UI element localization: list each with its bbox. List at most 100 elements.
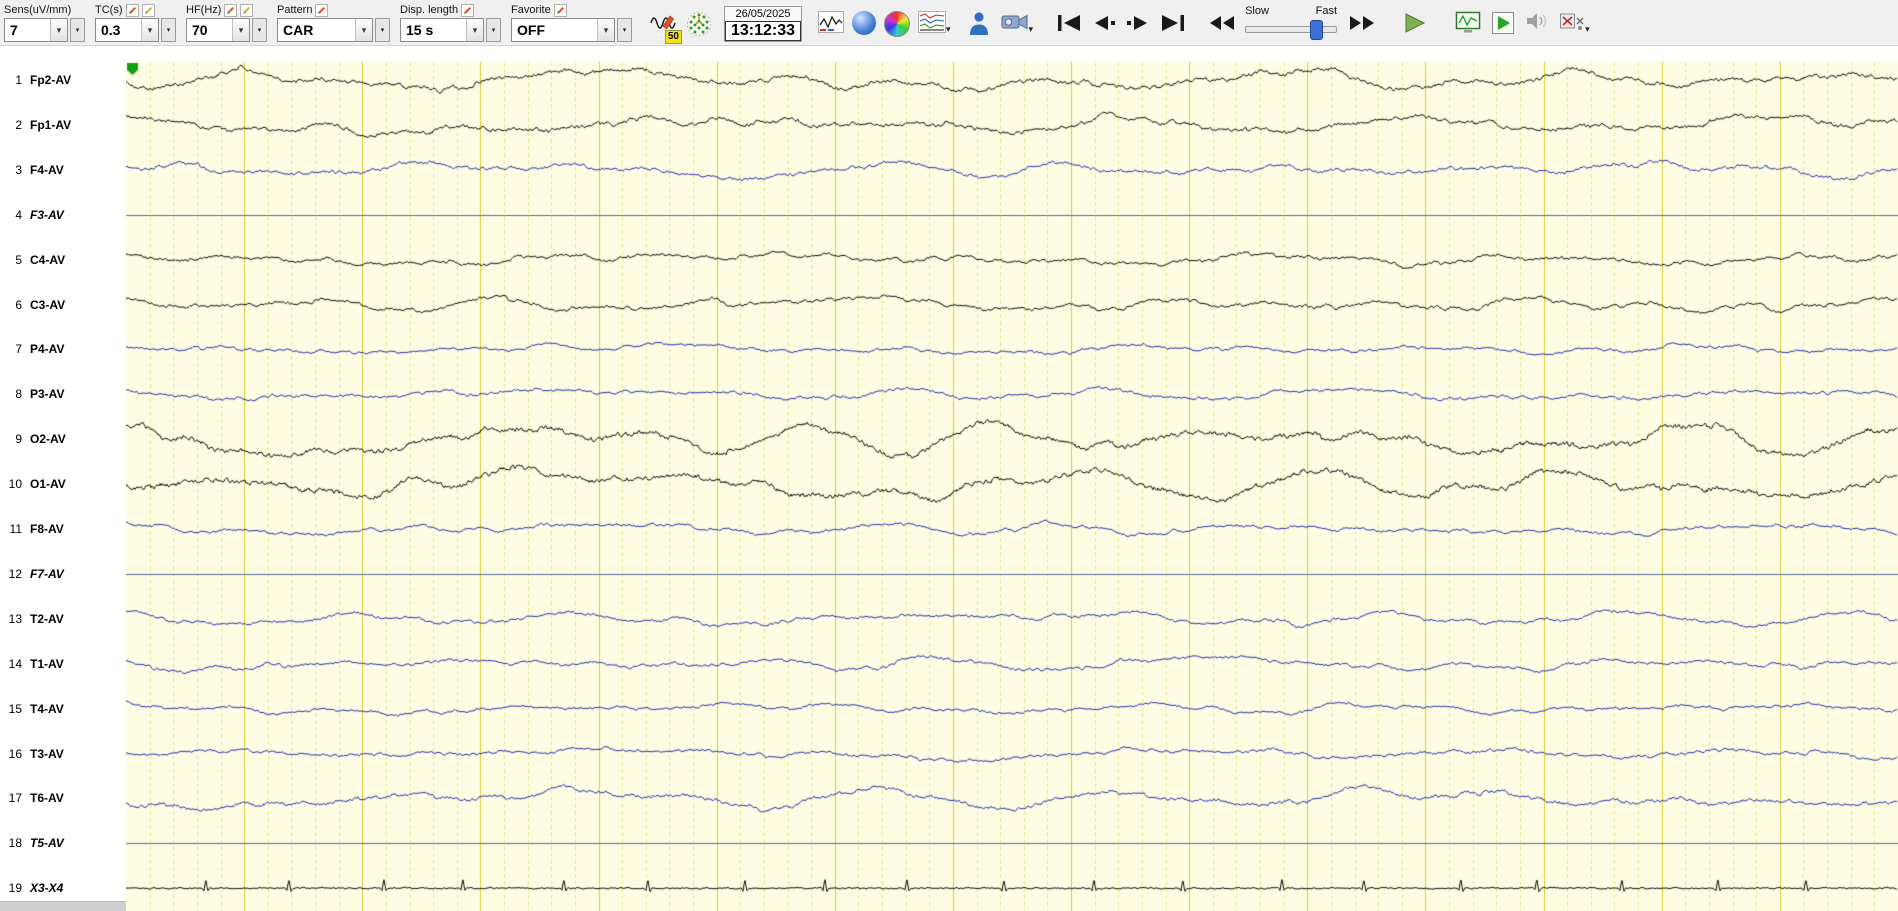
- waveform-monitor-button[interactable]: [1455, 11, 1481, 35]
- patient-info-button[interactable]: [969, 11, 989, 36]
- trend-graph-button[interactable]: [818, 11, 844, 33]
- skip-to-end-button[interactable]: [1159, 14, 1187, 32]
- eeg-waveform-canvas[interactable]: [126, 46, 1898, 911]
- chevron-down-icon[interactable]: ▾: [355, 19, 372, 41]
- channel-row: 1 Fp2-AV: [0, 72, 71, 88]
- channel-number: 19: [8, 881, 22, 896]
- step-forward-button[interactable]: [1125, 14, 1151, 32]
- channel-label[interactable]: C3-AV: [30, 297, 65, 313]
- time-constant-group: TC(s) 0.3 ▾ ▾: [95, 2, 176, 42]
- channel-label[interactable]: P3-AV: [30, 386, 64, 402]
- channel-label[interactable]: F4-AV: [30, 162, 64, 178]
- time-constant-step-button[interactable]: ▾: [161, 18, 176, 42]
- channel-label[interactable]: T2-AV: [30, 611, 64, 627]
- channel-label[interactable]: O1-AV: [30, 476, 66, 492]
- channel-label[interactable]: C4-AV: [30, 252, 65, 268]
- fast-rewind-icon: [1210, 16, 1235, 30]
- chevron-down-icon[interactable]: ▾: [466, 19, 483, 41]
- caret-down-icon[interactable]: ▾: [1585, 24, 1590, 35]
- chevron-down-icon[interactable]: ▾: [141, 19, 158, 41]
- channel-number: 12: [8, 566, 22, 581]
- pattern-combobox[interactable]: CAR ▾: [277, 18, 373, 42]
- speed-slider-track[interactable]: [1245, 20, 1338, 40]
- high-filter-combobox[interactable]: 70 ▾: [186, 18, 250, 42]
- pattern-group: Pattern CAR ▾ ▾: [277, 2, 390, 42]
- display-length-label: Disp. length: [400, 4, 459, 16]
- video-camera-button[interactable]: [1001, 11, 1029, 33]
- channel-label[interactable]: Fp1-AV: [30, 117, 71, 133]
- step-back-button[interactable]: [1091, 14, 1117, 32]
- channel-label[interactable]: T1-AV: [30, 656, 64, 672]
- sensitivity-step-button[interactable]: ▾: [70, 18, 85, 42]
- favorite-combobox[interactable]: OFF ▾: [511, 18, 615, 42]
- channel-row: 17 T6-AV: [0, 790, 64, 806]
- display-length-step-button[interactable]: ▾: [486, 18, 501, 42]
- caret-down-icon[interactable]: ▾: [1029, 24, 1034, 35]
- electrode-check-button[interactable]: [1559, 11, 1585, 33]
- channel-row: 18 T5-AV: [0, 835, 64, 851]
- pattern-step-button[interactable]: ▾: [375, 18, 390, 42]
- time-text: 13:12:33: [725, 21, 801, 41]
- channel-number: 2: [15, 117, 22, 132]
- sensitivity-combobox[interactable]: 7 ▾: [4, 18, 68, 42]
- slow-label: Slow: [1245, 5, 1269, 17]
- channel-label[interactable]: Fp2-AV: [30, 72, 71, 88]
- channel-label[interactable]: F7-AV: [30, 566, 64, 582]
- channel-number: 1: [15, 73, 22, 87]
- speed-slider-handle[interactable]: [1310, 20, 1324, 40]
- edit-pencil-icon[interactable]: [141, 3, 155, 17]
- favorite-step-button[interactable]: ▾: [617, 18, 632, 42]
- channel-label[interactable]: X3-X4: [30, 880, 63, 896]
- channel-number: 6: [15, 297, 22, 312]
- edit-pencil-icon[interactable]: [315, 3, 329, 17]
- channel-row: 2 Fp1-AV: [0, 117, 71, 133]
- waveform-monitor-icon: [1455, 11, 1481, 33]
- montage-traces-button[interactable]: [918, 11, 946, 33]
- channel-row: 6 C3-AV: [0, 297, 65, 313]
- high-filter-label: HF(Hz): [186, 4, 222, 16]
- speed-slider[interactable]: Slow Fast: [1245, 5, 1338, 40]
- chevron-down-icon[interactable]: ▾: [232, 19, 249, 41]
- play-button[interactable]: [1403, 12, 1427, 34]
- sensitivity-group: Sens(uV/mm) 7 ▾ ▾: [4, 2, 85, 42]
- channel-label[interactable]: P4-AV: [30, 341, 64, 357]
- scrollbar-corner: [0, 901, 126, 911]
- time-constant-combobox[interactable]: 0.3 ▾: [95, 18, 159, 42]
- display-length-group: Disp. length 15 s ▾ ▾: [400, 2, 501, 42]
- head-3d-icon: [852, 11, 876, 35]
- chevron-down-icon[interactable]: ▾: [597, 19, 614, 41]
- head-3d-button[interactable]: [852, 11, 876, 35]
- electrode-map-button[interactable]: [686, 11, 712, 37]
- display-length-combobox[interactable]: 15 s ▾: [400, 18, 484, 42]
- high-filter-step-button[interactable]: ▾: [252, 18, 267, 42]
- channel-label[interactable]: T4-AV: [30, 701, 64, 717]
- notch-filter-badge[interactable]: 50: [664, 30, 682, 44]
- edit-pencil-icon[interactable]: [553, 3, 567, 17]
- channel-number: 9: [15, 432, 22, 447]
- edit-pencil-icon[interactable]: [240, 3, 254, 17]
- chevron-down-icon[interactable]: ▾: [50, 19, 67, 41]
- fast-rewind-button[interactable]: [1207, 14, 1237, 32]
- channel-label[interactable]: T6-AV: [30, 790, 64, 806]
- edit-pencil-icon[interactable]: [125, 3, 139, 17]
- waveform-edit-button[interactable]: 50: [650, 9, 682, 44]
- channel-label[interactable]: F8-AV: [30, 521, 64, 537]
- edit-pencil-icon[interactable]: [461, 3, 475, 17]
- channel-number: 4: [15, 207, 22, 222]
- channel-label[interactable]: O2-AV: [30, 431, 66, 447]
- channel-label[interactable]: F3-AV: [30, 207, 64, 223]
- step-back-icon: [1095, 16, 1116, 30]
- fast-forward-button[interactable]: [1347, 14, 1377, 32]
- caret-down-icon[interactable]: ▾: [946, 24, 951, 35]
- topography-map-button[interactable]: [884, 11, 910, 37]
- patient-icon: [969, 12, 988, 35]
- review-play-button[interactable]: [1491, 11, 1515, 35]
- channel-number: 18: [8, 836, 22, 851]
- skip-to-start-icon: [1058, 15, 1081, 31]
- edit-pencil-icon[interactable]: [224, 3, 238, 17]
- audio-mute-button[interactable]: [1525, 11, 1549, 31]
- channel-label[interactable]: T5-AV: [30, 835, 64, 851]
- waveform-pane: 1 Fp2-AV 2 Fp1-AV 3 F4-AV 4 F3-AV 5 C4-AV 6 C3-AV 7 P…: [0, 46, 1898, 911]
- channel-label[interactable]: T3-AV: [30, 746, 64, 762]
- skip-to-start-button[interactable]: [1055, 14, 1083, 32]
